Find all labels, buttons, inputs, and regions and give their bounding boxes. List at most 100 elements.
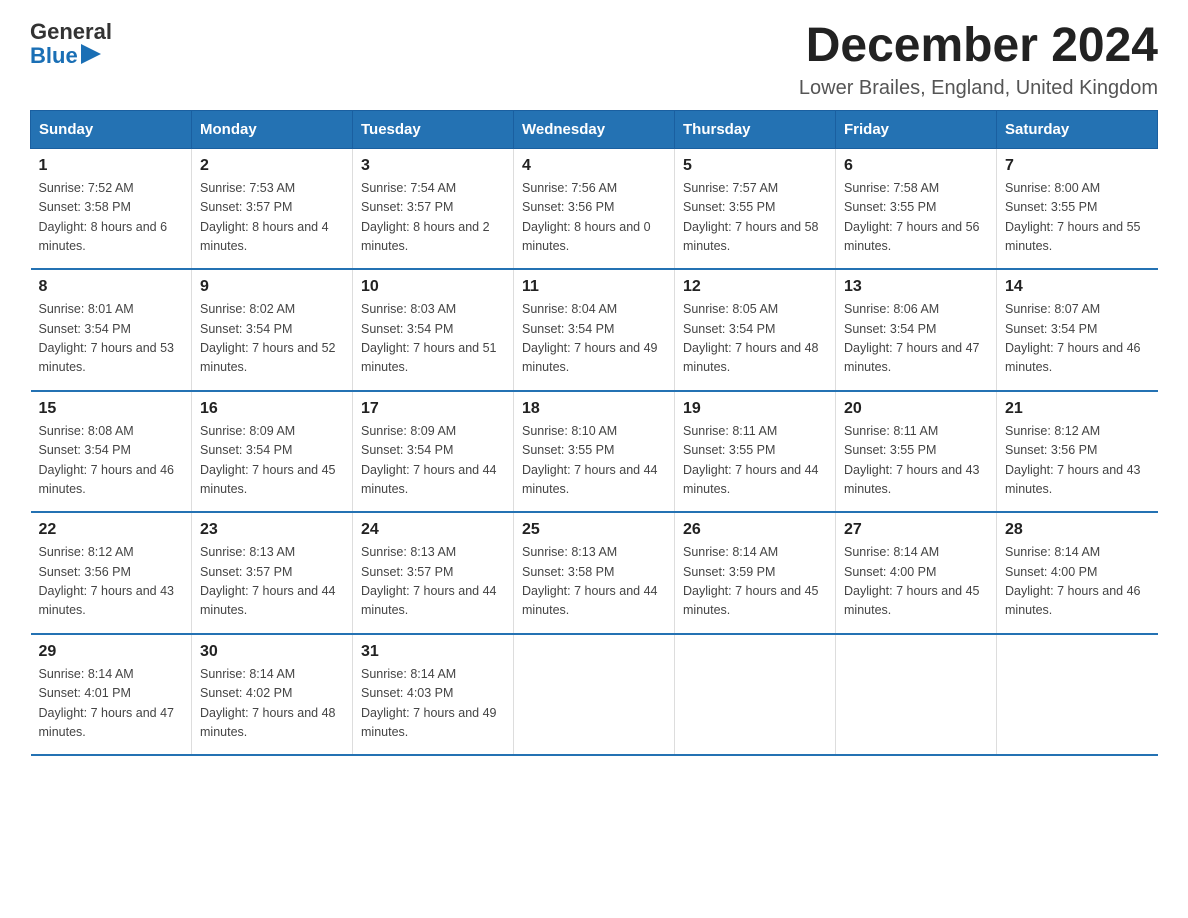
day-number: 20 [844,400,988,418]
day-info: Sunrise: 7:53 AMSunset: 3:57 PMDaylight:… [200,181,329,253]
calendar-cell: 7 Sunrise: 8:00 AMSunset: 3:55 PMDayligh… [997,148,1158,269]
calendar-cell: 27 Sunrise: 8:14 AMSunset: 4:00 PMDaylig… [836,512,997,634]
logo-general-text: General [30,20,112,44]
calendar-cell: 19 Sunrise: 8:11 AMSunset: 3:55 PMDaylig… [675,391,836,513]
day-number: 29 [39,643,184,661]
calendar-cell: 31 Sunrise: 8:14 AMSunset: 4:03 PMDaylig… [353,634,514,756]
day-info: Sunrise: 7:54 AMSunset: 3:57 PMDaylight:… [361,181,490,253]
day-number: 22 [39,521,184,539]
day-info: Sunrise: 8:12 AMSunset: 3:56 PMDaylight:… [1005,424,1141,496]
logo: General Blue [30,20,112,69]
calendar-cell: 15 Sunrise: 8:08 AMSunset: 3:54 PMDaylig… [31,391,192,513]
calendar-cell: 24 Sunrise: 8:13 AMSunset: 3:57 PMDaylig… [353,512,514,634]
day-info: Sunrise: 8:14 AMSunset: 4:00 PMDaylight:… [1005,545,1141,617]
calendar-cell: 4 Sunrise: 7:56 AMSunset: 3:56 PMDayligh… [514,148,675,269]
month-title: December 2024 [799,20,1158,73]
calendar-cell: 26 Sunrise: 8:14 AMSunset: 3:59 PMDaylig… [675,512,836,634]
calendar-table: Sunday Monday Tuesday Wednesday Thursday… [30,110,1158,757]
day-number: 28 [1005,521,1150,539]
day-info: Sunrise: 8:13 AMSunset: 3:57 PMDaylight:… [200,545,336,617]
calendar-cell [675,634,836,756]
header-sunday: Sunday [31,110,192,148]
day-number: 19 [683,400,827,418]
day-info: Sunrise: 8:12 AMSunset: 3:56 PMDaylight:… [39,545,175,617]
calendar-header: Sunday Monday Tuesday Wednesday Thursday… [31,110,1158,148]
calendar-cell: 10 Sunrise: 8:03 AMSunset: 3:54 PMDaylig… [353,269,514,391]
day-number: 6 [844,157,988,175]
day-number: 14 [1005,278,1150,296]
day-info: Sunrise: 8:00 AMSunset: 3:55 PMDaylight:… [1005,181,1141,253]
day-number: 18 [522,400,666,418]
calendar-body: 1 Sunrise: 7:52 AMSunset: 3:58 PMDayligh… [31,148,1158,755]
calendar-week-row: 15 Sunrise: 8:08 AMSunset: 3:54 PMDaylig… [31,391,1158,513]
day-info: Sunrise: 7:52 AMSunset: 3:58 PMDaylight:… [39,181,168,253]
header-tuesday: Tuesday [353,110,514,148]
day-info: Sunrise: 7:57 AMSunset: 3:55 PMDaylight:… [683,181,819,253]
logo-blue-text: Blue [30,44,78,68]
header-monday: Monday [192,110,353,148]
day-number: 13 [844,278,988,296]
day-number: 9 [200,278,344,296]
calendar-cell: 20 Sunrise: 8:11 AMSunset: 3:55 PMDaylig… [836,391,997,513]
day-info: Sunrise: 8:03 AMSunset: 3:54 PMDaylight:… [361,302,497,374]
day-info: Sunrise: 8:07 AMSunset: 3:54 PMDaylight:… [1005,302,1141,374]
day-info: Sunrise: 8:06 AMSunset: 3:54 PMDaylight:… [844,302,980,374]
calendar-cell: 17 Sunrise: 8:09 AMSunset: 3:54 PMDaylig… [353,391,514,513]
day-info: Sunrise: 8:13 AMSunset: 3:58 PMDaylight:… [522,545,658,617]
calendar-cell: 29 Sunrise: 8:14 AMSunset: 4:01 PMDaylig… [31,634,192,756]
calendar-week-row: 1 Sunrise: 7:52 AMSunset: 3:58 PMDayligh… [31,148,1158,269]
calendar-cell: 12 Sunrise: 8:05 AMSunset: 3:54 PMDaylig… [675,269,836,391]
day-info: Sunrise: 8:05 AMSunset: 3:54 PMDaylight:… [683,302,819,374]
calendar-cell: 30 Sunrise: 8:14 AMSunset: 4:02 PMDaylig… [192,634,353,756]
calendar-cell: 16 Sunrise: 8:09 AMSunset: 3:54 PMDaylig… [192,391,353,513]
day-info: Sunrise: 8:02 AMSunset: 3:54 PMDaylight:… [200,302,336,374]
day-number: 23 [200,521,344,539]
day-info: Sunrise: 8:14 AMSunset: 3:59 PMDaylight:… [683,545,819,617]
day-number: 31 [361,643,505,661]
weekday-header-row: Sunday Monday Tuesday Wednesday Thursday… [31,110,1158,148]
day-info: Sunrise: 8:14 AMSunset: 4:00 PMDaylight:… [844,545,980,617]
day-number: 26 [683,521,827,539]
day-info: Sunrise: 8:08 AMSunset: 3:54 PMDaylight:… [39,424,175,496]
day-number: 25 [522,521,666,539]
logo-triangle-icon [81,44,101,64]
day-info: Sunrise: 8:14 AMSunset: 4:02 PMDaylight:… [200,667,336,739]
day-info: Sunrise: 8:14 AMSunset: 4:03 PMDaylight:… [361,667,497,739]
calendar-cell: 8 Sunrise: 8:01 AMSunset: 3:54 PMDayligh… [31,269,192,391]
day-info: Sunrise: 8:09 AMSunset: 3:54 PMDaylight:… [200,424,336,496]
calendar-cell [514,634,675,756]
day-info: Sunrise: 8:14 AMSunset: 4:01 PMDaylight:… [39,667,175,739]
calendar-cell [836,634,997,756]
header-thursday: Thursday [675,110,836,148]
calendar-cell: 18 Sunrise: 8:10 AMSunset: 3:55 PMDaylig… [514,391,675,513]
calendar-cell: 11 Sunrise: 8:04 AMSunset: 3:54 PMDaylig… [514,269,675,391]
day-number: 27 [844,521,988,539]
header-friday: Friday [836,110,997,148]
calendar-cell: 25 Sunrise: 8:13 AMSunset: 3:58 PMDaylig… [514,512,675,634]
day-number: 2 [200,157,344,175]
day-info: Sunrise: 8:04 AMSunset: 3:54 PMDaylight:… [522,302,658,374]
day-number: 10 [361,278,505,296]
day-number: 16 [200,400,344,418]
day-number: 12 [683,278,827,296]
header-wednesday: Wednesday [514,110,675,148]
day-info: Sunrise: 8:01 AMSunset: 3:54 PMDaylight:… [39,302,175,374]
day-info: Sunrise: 8:10 AMSunset: 3:55 PMDaylight:… [522,424,658,496]
day-info: Sunrise: 8:11 AMSunset: 3:55 PMDaylight:… [683,424,819,496]
calendar-cell: 23 Sunrise: 8:13 AMSunset: 3:57 PMDaylig… [192,512,353,634]
day-number: 30 [200,643,344,661]
calendar-cell: 21 Sunrise: 8:12 AMSunset: 3:56 PMDaylig… [997,391,1158,513]
calendar-cell: 5 Sunrise: 7:57 AMSunset: 3:55 PMDayligh… [675,148,836,269]
day-number: 7 [1005,157,1150,175]
day-number: 17 [361,400,505,418]
header-saturday: Saturday [997,110,1158,148]
calendar-cell: 6 Sunrise: 7:58 AMSunset: 3:55 PMDayligh… [836,148,997,269]
calendar-cell: 9 Sunrise: 8:02 AMSunset: 3:54 PMDayligh… [192,269,353,391]
calendar-cell: 22 Sunrise: 8:12 AMSunset: 3:56 PMDaylig… [31,512,192,634]
calendar-cell: 13 Sunrise: 8:06 AMSunset: 3:54 PMDaylig… [836,269,997,391]
calendar-cell: 28 Sunrise: 8:14 AMSunset: 4:00 PMDaylig… [997,512,1158,634]
calendar-week-row: 22 Sunrise: 8:12 AMSunset: 3:56 PMDaylig… [31,512,1158,634]
day-number: 1 [39,157,184,175]
day-info: Sunrise: 7:58 AMSunset: 3:55 PMDaylight:… [844,181,980,253]
calendar-cell [997,634,1158,756]
